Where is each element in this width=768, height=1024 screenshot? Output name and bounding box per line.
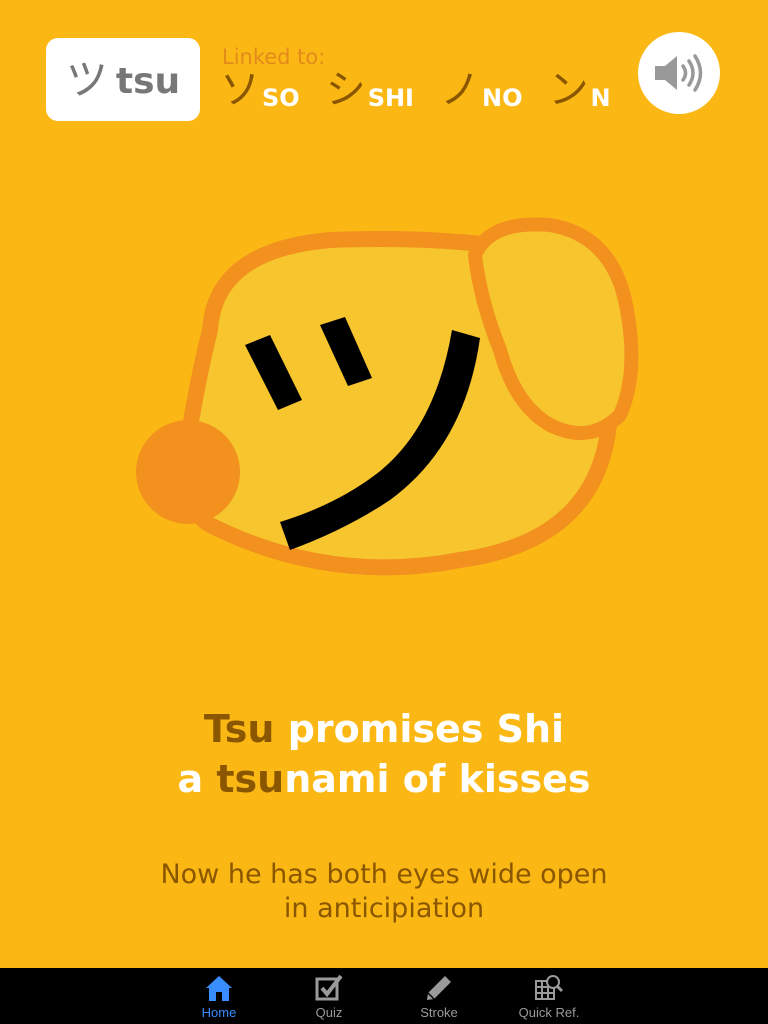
tab-stroke[interactable]: Stroke xyxy=(384,968,494,1024)
current-kana-card[interactable]: ツ tsu xyxy=(46,38,200,121)
linked-romaji: SO xyxy=(262,84,300,112)
pencil-icon xyxy=(427,976,451,1000)
tab-label: Quiz xyxy=(315,1005,343,1020)
linked-kana: シ xyxy=(325,67,366,113)
home-icon xyxy=(206,976,232,1001)
linked-list: ソ SO シ SHI ノ NO ン N xyxy=(220,70,611,110)
speaker-icon xyxy=(655,54,703,92)
mascot-illustration xyxy=(136,217,639,576)
grid-search-icon xyxy=(535,975,564,1000)
linked-item-shi[interactable]: シ SHI xyxy=(326,70,414,110)
linked-kana: ノ xyxy=(440,67,480,113)
linked-romaji: N xyxy=(590,84,611,112)
tab-label: Home xyxy=(201,1005,237,1020)
linked-kana: ン xyxy=(548,67,589,113)
linked-kana: ソ xyxy=(220,67,260,113)
play-sound-button[interactable] xyxy=(638,32,720,114)
explanation-line-1: Now he has both eyes wide open xyxy=(160,859,608,890)
mnemonic-text-part: promises Shi xyxy=(274,707,565,751)
tab-label: Stroke xyxy=(420,1005,458,1020)
checkbox-icon xyxy=(315,974,343,1001)
tab-quiz[interactable]: Quiz xyxy=(274,968,384,1024)
mnemonic-text-part: nami of kisses xyxy=(284,757,591,801)
mnemonic-highlight: tsu xyxy=(216,757,285,801)
current-kana: ツ xyxy=(65,54,108,104)
mnemonic-line-1: Tsu promises Shi xyxy=(0,704,768,754)
linked-label: Linked to: xyxy=(222,45,326,69)
mascot-nose xyxy=(136,420,240,524)
linked-romaji: SHI xyxy=(367,84,414,112)
tab-home[interactable]: Home xyxy=(164,968,274,1024)
linked-item-no[interactable]: ノ NO xyxy=(440,70,523,110)
current-romaji: tsu xyxy=(115,60,181,102)
linked-romaji: NO xyxy=(482,84,523,112)
tab-bar: Home Quiz Stroke Quick Ref. xyxy=(0,968,768,1024)
mnemonic-text: Tsu promises Shi a tsunami of kisses xyxy=(0,704,768,804)
mnemonic-highlight: Tsu xyxy=(203,707,275,751)
linked-item-so[interactable]: ソ SO xyxy=(220,70,300,110)
explanation-text: Now he has both eyes wide open in antici… xyxy=(0,858,768,926)
tab-quick-ref[interactable]: Quick Ref. xyxy=(494,968,604,1024)
linked-item-n[interactable]: ン N xyxy=(549,70,611,110)
mnemonic-line-2: a tsunami of kisses xyxy=(0,754,768,804)
explanation-line-2: in anticipiation xyxy=(283,893,485,924)
tab-label: Quick Ref. xyxy=(518,1005,580,1020)
mnemonic-text-part: a xyxy=(177,757,217,801)
